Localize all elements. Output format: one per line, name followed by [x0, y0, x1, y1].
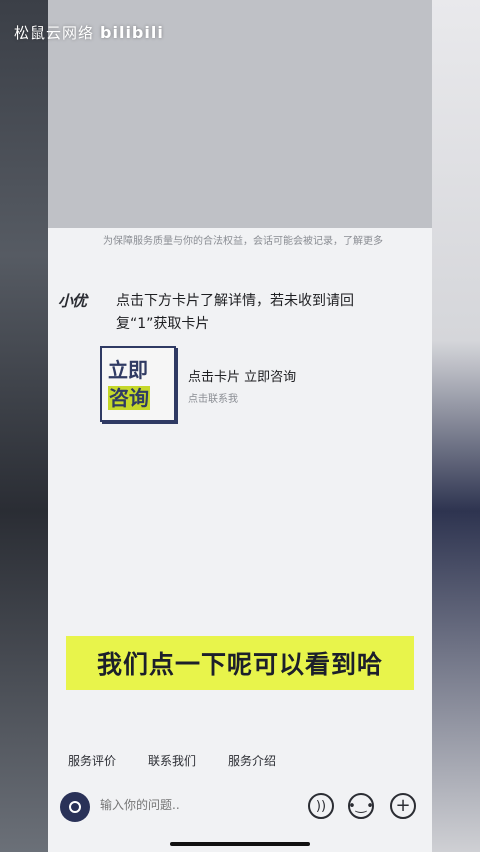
home-indicator[interactable]	[170, 842, 310, 846]
card-subtitle: 点击联系我	[188, 394, 238, 405]
thumb-line-2: 咨询	[108, 386, 150, 410]
chat-panel: 为保障服务质量与你的合法权益，会话可能会被记录，了解更多 小优 点击下方卡片了解…	[48, 0, 432, 852]
background-left	[0, 0, 48, 852]
card-title: 点击卡片 立即咨询	[188, 370, 297, 385]
card-thumbnail: 立即 咨询	[100, 346, 176, 422]
question-input[interactable]	[100, 798, 280, 812]
background-right	[432, 0, 480, 852]
privacy-notice[interactable]: 为保障服务质量与你的合法权益，会话可能会被记录，了解更多	[88, 234, 398, 249]
bot-avatar: 小优	[58, 292, 87, 310]
plus-icon[interactable]: +	[390, 793, 416, 819]
input-bar: )) •‿• +	[60, 790, 422, 826]
video-subtitle: 我们点一下呢可以看到哈	[66, 636, 414, 690]
thumb-line-1: 立即	[108, 358, 148, 382]
quick-link-rating[interactable]: 服务评价	[68, 752, 116, 769]
quick-link-contact[interactable]: 联系我们	[148, 752, 196, 769]
camera-icon[interactable]	[60, 792, 90, 822]
quick-link-intro[interactable]: 服务介绍	[228, 752, 276, 769]
consult-card[interactable]: 立即 咨询 点击卡片 立即咨询 点击联系我	[100, 346, 400, 426]
bilibili-logo: bilibili	[100, 23, 164, 42]
bot-message: 点击下方卡片了解详情，若未收到请回复“1”获取卡片	[116, 293, 354, 332]
voice-icon[interactable]: ))	[308, 793, 334, 819]
watermark: 松鼠云网络 bilibili	[14, 22, 164, 43]
watermark-text: 松鼠云网络	[14, 24, 95, 42]
quick-links: 服务评价 联系我们 服务介绍	[68, 752, 276, 769]
emoji-icon[interactable]: •‿•	[348, 793, 374, 819]
